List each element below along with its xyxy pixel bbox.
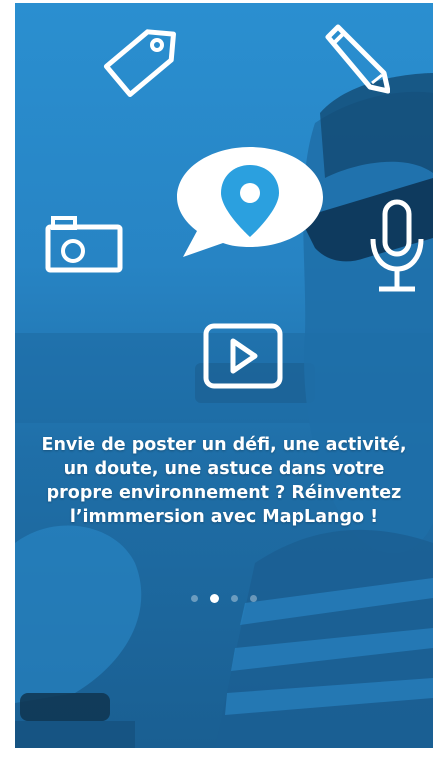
page-indicator — [15, 594, 433, 603]
tag-icon — [97, 21, 177, 101]
page-dot[interactable] — [250, 595, 257, 602]
onboarding-message: Envie de poster un défi, une activité, u… — [29, 433, 419, 529]
page-dot-active[interactable] — [210, 594, 219, 603]
message-line: l’immmersion avec MapLango ! — [69, 507, 379, 527]
message-line: propre environnement ? Réinventez — [46, 483, 402, 503]
onboarding-screen[interactable]: Envie de poster un défi, une activité, u… — [15, 3, 433, 748]
map-pin-chat-icon — [175, 143, 325, 267]
microphone-icon — [367, 199, 427, 295]
page-dot[interactable] — [191, 595, 198, 602]
camera-icon — [45, 215, 123, 273]
page-dot[interactable] — [231, 595, 238, 602]
message-line: un doute, une astuce dans votre — [63, 459, 385, 479]
video-play-icon — [203, 323, 283, 389]
pencil-icon — [318, 23, 390, 95]
message-line: Envie de poster un défi, une activité, — [41, 435, 407, 455]
